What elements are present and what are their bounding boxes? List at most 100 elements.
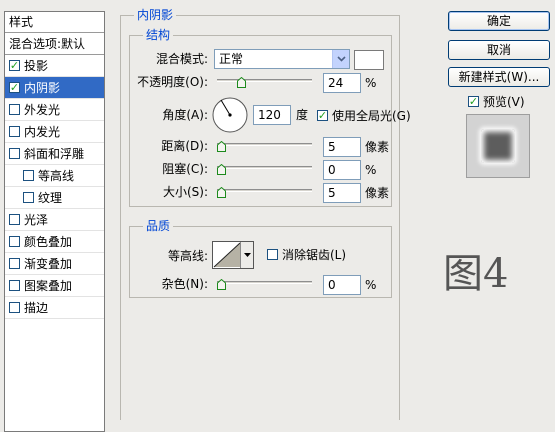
style-item-checkbox[interactable] [9,280,20,291]
style-item[interactable]: 内发光 [5,121,104,143]
style-item[interactable]: 描边 [5,297,104,319]
noise-input[interactable]: 0 [323,275,361,295]
style-item-checkbox[interactable] [9,104,20,115]
size-unit: 像素 [365,186,390,200]
angle-dial[interactable] [212,97,248,133]
contour-label: 等高线: [167,249,208,263]
choke-input[interactable]: 0 [323,160,361,180]
style-item[interactable]: 光泽 [5,209,104,231]
choke-label: 阻塞(C): [162,162,208,176]
style-item-label: 内发光 [24,124,61,139]
opacity-label: 不透明度(O): [137,75,208,89]
check-icon: ✓ [317,108,328,122]
style-item[interactable]: 等高线 [5,165,104,187]
preview-label: 预览(V) [483,94,525,109]
blend-mode-label: 混合模式: [155,52,208,66]
style-item-checkbox[interactable] [9,148,20,159]
noise-unit: % [365,278,377,292]
style-item[interactable]: 斜面和浮雕 [5,143,104,165]
check-icon: ✓ [9,59,20,72]
contour-dropdown-arrow[interactable] [240,242,253,268]
size-input[interactable]: 5 [323,183,361,203]
new-style-button[interactable]: 新建样式(W)... [448,67,550,87]
blend-mode-value: 正常 [219,52,244,66]
style-item-label: 颜色叠加 [24,234,73,249]
contour-curve-icon [213,242,241,268]
style-item-label: 渐变叠加 [24,256,73,271]
style-item-label: 图案叠加 [24,278,73,293]
style-item[interactable]: 图案叠加 [5,275,104,297]
style-item-checkbox[interactable]: ✓ [9,82,20,93]
style-item[interactable]: 渐变叠加 [5,253,104,275]
style-item-checkbox[interactable] [9,258,20,269]
global-light-checkbox[interactable]: ✓ [317,108,328,122]
opacity-slider-track[interactable] [217,79,312,82]
global-light-label: 使用全局光(G) [332,108,411,123]
size-slider-thumb[interactable] [217,187,226,198]
choke-unit: % [365,163,377,177]
chevron-down-icon[interactable] [332,50,349,68]
styles-header[interactable]: 样式 [5,12,104,33]
choke-slider-thumb[interactable] [217,164,226,175]
distance-label: 距离(D): [161,139,208,153]
noise-slider-track[interactable] [217,281,312,284]
style-item-checkbox[interactable] [9,236,20,247]
distance-slider-thumb[interactable] [217,141,226,152]
style-item[interactable]: 颜色叠加 [5,231,104,253]
style-item-checkbox[interactable] [9,126,20,137]
distance-slider-track[interactable] [217,143,312,146]
preview-swatch [481,129,515,163]
global-light-option[interactable]: ✓ 使用全局光(G) [317,105,411,125]
style-item-checkbox[interactable] [23,170,34,181]
style-item-label: 等高线 [38,168,75,183]
shadow-color-swatch[interactable] [354,50,384,70]
contour-picker[interactable] [212,241,254,269]
inner-shadow-title: 内阴影 [134,8,177,22]
quality-title: 品质 [143,219,174,233]
angle-label: 角度(A): [162,108,208,122]
style-item-label: 斜面和浮雕 [24,146,85,161]
noise-slider-thumb[interactable] [217,279,226,290]
noise-label: 杂色(N): [161,277,208,291]
antialias-label: 消除锯齿(L) [282,247,347,262]
style-item-label: 光泽 [24,212,49,227]
style-item-label: 投影 [24,58,49,73]
style-item[interactable]: 外发光 [5,99,104,121]
angle-unit: 度 [296,108,309,122]
style-item[interactable]: ✓ 内阴影 [5,77,104,99]
style-item-checkbox[interactable] [23,192,34,203]
watermark-text: 图4 [443,251,509,297]
blending-options-default[interactable]: 混合选项:默认 [5,33,104,55]
blend-mode-select[interactable]: 正常 [214,49,350,69]
size-slider-track[interactable] [217,189,312,192]
opacity-slider-thumb[interactable] [237,77,246,88]
opacity-unit: % [365,76,377,90]
angle-input[interactable]: 120 [253,105,291,125]
choke-slider-track[interactable] [217,166,312,169]
ok-button[interactable]: 确定 [448,11,550,31]
style-item[interactable]: ✓ 投影 [5,55,104,77]
style-item-label: 描边 [24,300,49,315]
style-item-checkbox[interactable] [9,214,20,225]
check-icon: ✓ [9,81,20,94]
style-item-checkbox[interactable] [9,302,20,313]
style-item-label: 外发光 [24,102,61,117]
triangle-down-icon [243,253,251,257]
size-label: 大小(S): [162,185,208,199]
distance-input[interactable]: 5 [323,137,361,157]
style-preview-thumbnail [466,114,530,178]
antialias-option[interactable]: 消除锯齿(L) [267,244,346,264]
preview-option[interactable]: ✓ 预览(V) [468,91,525,111]
antialias-checkbox[interactable] [267,248,278,260]
style-item-label: 纹理 [38,190,63,205]
cancel-button[interactable]: 取消 [448,40,550,60]
styles-list: 样式 混合选项:默认 ✓ 投影 ✓ 内阴影外发光内发光斜面和浮雕等高线纹理光泽颜色叠加… [4,11,105,432]
opacity-input[interactable]: 24 [323,73,361,93]
structure-title: 结构 [143,28,174,42]
check-icon: ✓ [468,94,479,108]
distance-unit: 像素 [365,140,390,154]
style-item[interactable]: 纹理 [5,187,104,209]
style-item-checkbox[interactable]: ✓ [9,60,20,71]
style-item-label: 内阴影 [24,80,61,95]
preview-checkbox[interactable]: ✓ [468,94,479,108]
